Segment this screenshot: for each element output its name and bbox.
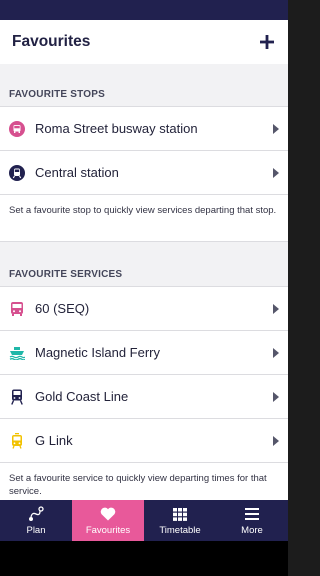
add-favourite-button[interactable] — [256, 31, 278, 53]
favourites-list: FAVOURITE STOPS Roma Street busway stati… — [0, 64, 288, 500]
favourite-service-row[interactable]: 60 (SEQ) — [0, 286, 288, 330]
tab-more[interactable]: More — [216, 500, 288, 541]
tab-label: More — [241, 525, 263, 536]
tram-icon — [9, 432, 25, 449]
tab-timetable[interactable]: Timetable — [144, 500, 216, 541]
favourite-stop-row[interactable]: Central station — [0, 150, 288, 194]
chevron-right-icon — [269, 303, 279, 314]
chevron-right-icon — [269, 435, 279, 446]
route-icon — [28, 505, 44, 523]
app-screen: Favourites FAVOURITE STOPS Roma Street b… — [0, 0, 288, 576]
favourite-stop-row[interactable]: Roma Street busway station — [0, 106, 288, 150]
train-icon — [9, 389, 25, 405]
section-title-stops: FAVOURITE STOPS — [9, 89, 105, 100]
tab-label: Favourites — [85, 525, 131, 536]
grid-icon — [173, 505, 187, 523]
section-title-services: FAVOURITE SERVICES — [9, 269, 123, 280]
app-header: Favourites — [0, 20, 288, 64]
bus-icon — [9, 301, 25, 317]
tab-label: Timetable — [159, 525, 201, 536]
system-navigation-bar — [0, 541, 288, 576]
favourite-service-row[interactable]: Magnetic Island Ferry — [0, 330, 288, 374]
stops-help-text: Set a favourite stop to quickly view ser… — [0, 194, 288, 242]
chevron-right-icon — [269, 167, 279, 178]
status-bar — [0, 0, 288, 20]
page-title: Favourites — [12, 33, 91, 50]
services-help-text: Set a favourite service to quickly view … — [0, 462, 288, 500]
stop-label: Central station — [35, 165, 119, 180]
chevron-right-icon — [269, 391, 279, 402]
ferry-icon — [9, 345, 25, 361]
tab-label: Plan — [26, 525, 46, 536]
tab-plan[interactable]: Plan — [0, 500, 72, 541]
menu-icon — [245, 505, 259, 523]
favourite-service-row[interactable]: G Link — [0, 418, 288, 462]
train-stop-icon — [9, 164, 25, 181]
chevron-right-icon — [269, 123, 279, 134]
bus-stop-icon — [9, 120, 25, 137]
service-label: G Link — [35, 433, 73, 448]
bottom-tab-bar: Plan Favourites Timetable More — [0, 500, 288, 541]
stop-label: Roma Street busway station — [35, 121, 198, 136]
tab-favourites[interactable]: Favourites — [72, 500, 144, 541]
favourite-service-row[interactable]: Gold Coast Line — [0, 374, 288, 418]
service-label: Magnetic Island Ferry — [35, 345, 160, 360]
chevron-right-icon — [269, 347, 279, 358]
service-label: Gold Coast Line — [35, 389, 129, 404]
service-label: 60 (SEQ) — [35, 301, 90, 316]
plus-icon — [260, 35, 274, 49]
heart-icon — [100, 505, 116, 523]
